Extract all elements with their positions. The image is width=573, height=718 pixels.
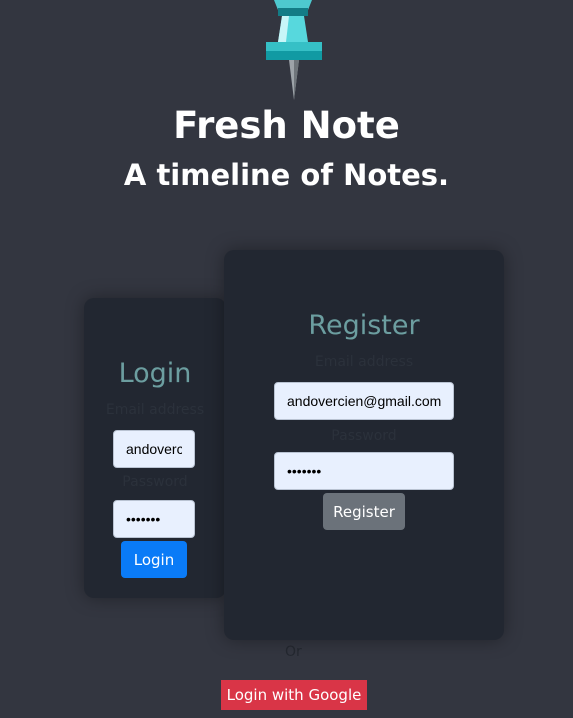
register-button[interactable]: Register: [323, 493, 405, 530]
register-password-label: Password: [331, 428, 397, 444]
register-heading: Register: [308, 310, 420, 341]
register-email-label: Email address: [314, 354, 414, 370]
login-email-field[interactable]: [113, 430, 195, 468]
login-email-label: Email address: [105, 402, 205, 418]
register-email-field[interactable]: [274, 382, 454, 420]
login-heading: Login: [118, 358, 192, 389]
app-title: Fresh Note: [173, 104, 400, 147]
login-password-field[interactable]: [113, 500, 195, 538]
register-password-field[interactable]: [274, 452, 454, 490]
or-divider-text: Or: [285, 644, 302, 660]
login-password-label: Password: [122, 474, 188, 490]
login-card: Login Email address Password Login: [84, 298, 226, 598]
register-card: Register Email address Password Register: [224, 250, 504, 640]
app-subtitle: A timeline of Notes.: [123, 158, 450, 192]
pushpin-icon: [266, 0, 322, 100]
login-with-google-button[interactable]: Login with Google: [221, 680, 367, 710]
login-button[interactable]: Login: [121, 541, 187, 578]
